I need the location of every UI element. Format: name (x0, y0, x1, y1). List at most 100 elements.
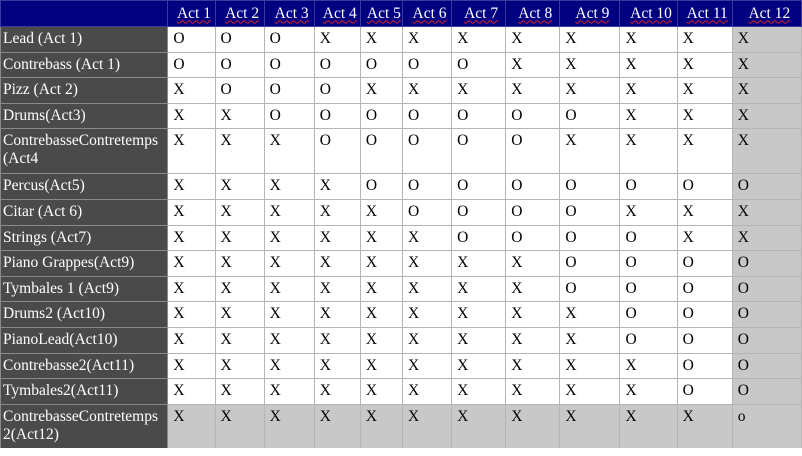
row-header: Piano Grappes(Act9) (0, 250, 169, 277)
table-cell: X (167, 173, 216, 200)
row-header: Citar (Act 6) (0, 198, 169, 226)
table-cell: O (676, 301, 733, 328)
table-cell: X (167, 128, 216, 175)
table-cell: X (505, 326, 561, 354)
table-cell: O (731, 352, 802, 380)
table-cell: X (359, 198, 403, 226)
table-cell: X (731, 224, 802, 252)
row-header-label: Lead (Act 1) (3, 30, 83, 47)
table-cell: O (505, 198, 561, 226)
table-cell: X (263, 378, 315, 405)
table-cell: X (167, 403, 216, 450)
table-cell: X (263, 326, 315, 354)
table-cell: X (263, 173, 315, 200)
table-cell: O (676, 378, 733, 405)
table-row: Piano Grappes(Act9) X X X X X X X X O O O O (0, 250, 802, 277)
acts-matrix-table: Act 1 Act 2 Act 3 Act 4 Act 5 Act 6 Act … (0, 0, 802, 450)
column-header-label: Act 1 (176, 4, 211, 22)
table-cell: X (401, 250, 453, 277)
table-cell: O (505, 102, 561, 130)
table-cell: O (505, 224, 561, 252)
table-cell: X (313, 403, 361, 450)
table-cell: X (731, 51, 802, 79)
table-cell: X (559, 352, 621, 380)
table-cell: X (167, 275, 216, 303)
table-cell: X (359, 326, 403, 354)
column-header-label: Act 7 (464, 4, 499, 22)
column-header-label: Act 11 (686, 4, 728, 22)
table-cell: X (451, 301, 507, 328)
row-header: Percus(Act5) (0, 173, 169, 200)
table-cell: X (214, 102, 265, 130)
column-header: Act 5 (359, 0, 403, 27)
table-cell: X (359, 250, 403, 277)
table-cell: X (214, 326, 265, 354)
column-header-label: Act 12 (748, 4, 791, 22)
table-row: Strings (Act7) X X X X X X O O O O X X (0, 224, 802, 252)
table-cell: O (619, 301, 678, 328)
table-cell: X (731, 26, 802, 53)
table-row: Percus(Act5) X X X X O O O O O O O O (0, 173, 802, 200)
table-cell: O (401, 128, 453, 175)
column-header: Act 7 (451, 0, 507, 27)
row-header-label: ContrebasseContretemps 2(Act12) (3, 407, 158, 443)
table-cell: O (676, 352, 733, 380)
column-header: Act 12 (731, 0, 802, 27)
table-cell: X (559, 378, 621, 405)
table-row: PianoLead(Act10) X X X X X X X X X O O O (0, 326, 802, 354)
table-cell: X (359, 352, 403, 380)
table-cell: X (167, 352, 216, 380)
column-header: Act 4 (313, 0, 361, 27)
corner-cell (0, 0, 169, 27)
column-header-label: Act 6 (412, 4, 447, 22)
column-header: Act 9 (559, 0, 621, 27)
table-cell: X (263, 224, 315, 252)
table-cell: X (451, 26, 507, 53)
table-cell: X (401, 352, 453, 380)
row-header-label: Tymbales2(Act11) (3, 382, 119, 400)
table-cell: X (505, 26, 561, 53)
table-cell: X (619, 352, 678, 380)
column-header-label: Act 2 (225, 4, 260, 22)
table-cell: X (401, 77, 453, 104)
table-cell: X (214, 403, 265, 450)
table-cell: X (167, 301, 216, 328)
table-cell: O (731, 378, 802, 405)
table-cell: O (214, 77, 265, 104)
table-cell: X (313, 250, 361, 277)
column-header-label: Act 9 (575, 4, 610, 22)
column-header-label: Act 4 (322, 4, 357, 22)
table-cell: O (313, 128, 361, 175)
table-cell: O (451, 102, 507, 130)
table-cell: X (313, 326, 361, 354)
table-cell: X (214, 301, 265, 328)
table-cell: O (263, 102, 315, 130)
row-header: PianoLead(Act10) (0, 326, 169, 354)
row-header: Pizz (Act 2) (0, 77, 169, 104)
table-cell: X (676, 51, 733, 79)
table-cell: X (559, 77, 621, 104)
table-row: Contrebasse2(Act11) X X X X X X X X X X O O (0, 352, 802, 380)
row-header: Tymbales 1 (Act9) (0, 275, 169, 303)
table-cell: O (263, 51, 315, 79)
table-cell: X (263, 352, 315, 380)
table-cell: X (559, 51, 621, 79)
table-cell: O (619, 326, 678, 354)
table-cell: O (559, 173, 621, 200)
table-cell: X (263, 198, 315, 226)
table-cell: X (401, 403, 453, 450)
table-cell: O (214, 26, 265, 53)
table-row: ContrebasseContretemps (Act4 X X X O O O O O X X X X (0, 128, 802, 175)
column-header: Act 10 (619, 0, 678, 27)
table-cell: O (451, 51, 507, 79)
table-cell: X (505, 51, 561, 79)
table-cell: X (676, 403, 733, 450)
table-cell: X (619, 403, 678, 450)
table-cell: O (401, 51, 453, 79)
table-cell: X (313, 301, 361, 328)
table-cell: O (619, 224, 678, 252)
table-row: Tymbales 1 (Act9) X X X X X X X X O O O O (0, 275, 802, 303)
column-header-label: Act 8 (518, 4, 553, 22)
table-cell: X (263, 128, 315, 175)
table-cell: X (214, 198, 265, 226)
